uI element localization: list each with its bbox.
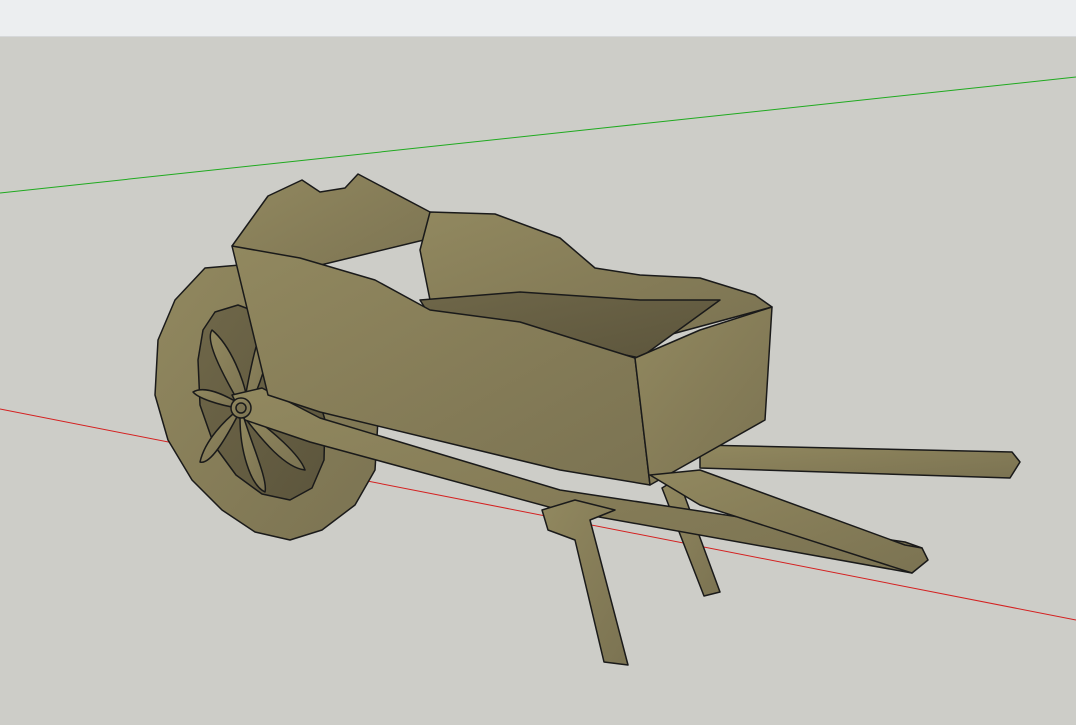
top-toolbar	[0, 0, 1076, 37]
wheelbarrow-model[interactable]	[154, 173, 1021, 666]
scene-canvas[interactable]	[0, 37, 1076, 725]
green-axis	[0, 76, 1076, 194]
handle-far[interactable]	[699, 444, 1021, 479]
3d-viewport[interactable]	[0, 37, 1076, 725]
rear-leg-near[interactable]	[541, 499, 629, 666]
wheel-axle-bolt	[235, 402, 247, 414]
